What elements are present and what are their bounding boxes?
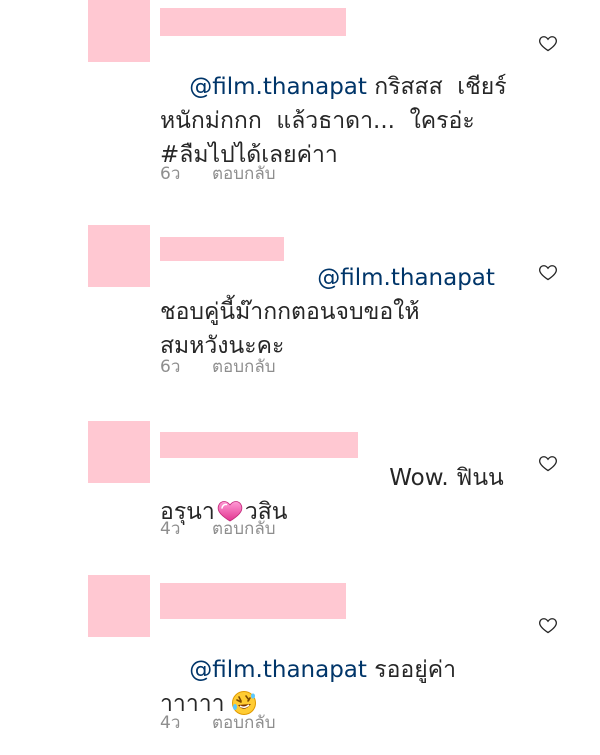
- comment-1: @film.thanapat กริสสส เชียร์ หนักม่กกก แล…: [0, 0, 600, 185]
- avatar-redacted[interactable]: [88, 421, 150, 483]
- avatar-redacted[interactable]: [88, 575, 150, 637]
- comment-text: Wow. ฟินน อรุนา วสิน: [160, 465, 504, 525]
- mention-link[interactable]: @film.thanapat: [189, 657, 367, 683]
- reply-button[interactable]: ตอบกลับ: [212, 709, 276, 736]
- mention-link[interactable]: @film.thanapat: [189, 74, 367, 100]
- heart-outline-icon[interactable]: [538, 33, 558, 53]
- comment-meta: 6ว ตอบกลับ: [160, 160, 276, 187]
- comment-meta: 6ว ตอบกลับ: [160, 353, 276, 380]
- comment-age: 6ว: [160, 357, 181, 377]
- mention-link[interactable]: @film.thanapat: [317, 265, 495, 291]
- reply-button[interactable]: ตอบกลับ: [212, 160, 276, 187]
- reply-button[interactable]: ตอบกลับ: [212, 353, 276, 380]
- heart-outline-icon[interactable]: [538, 262, 558, 282]
- avatar-redacted[interactable]: [88, 225, 150, 287]
- reply-button[interactable]: ตอบกลับ: [212, 515, 276, 542]
- heart-outline-icon[interactable]: [538, 615, 558, 635]
- comment-meta: 4ว ตอบกลับ: [160, 709, 276, 736]
- comment-2: @film.thanapat ชอบคู่นี้ม๊ากกตอนจบขอให้ สม…: [0, 185, 600, 385]
- comment-age: 4ว: [160, 519, 181, 539]
- comment-4: @film.thanapat รออยู่ค่า าาาาา 4ว ตอบกลับ: [0, 555, 600, 737]
- username-redacted[interactable]: [160, 583, 346, 619]
- comment-3: Wow. ฟินน อรุนา วสิน 4ว ตอบกลับ: [0, 385, 600, 555]
- avatar-redacted[interactable]: [88, 0, 150, 62]
- comment-age: 4ว: [160, 713, 181, 733]
- comment-age: 6ว: [160, 164, 181, 184]
- comment-meta: 4ว ตอบกลับ: [160, 515, 276, 542]
- heart-outline-icon[interactable]: [538, 453, 558, 473]
- username-redacted[interactable]: [160, 8, 346, 36]
